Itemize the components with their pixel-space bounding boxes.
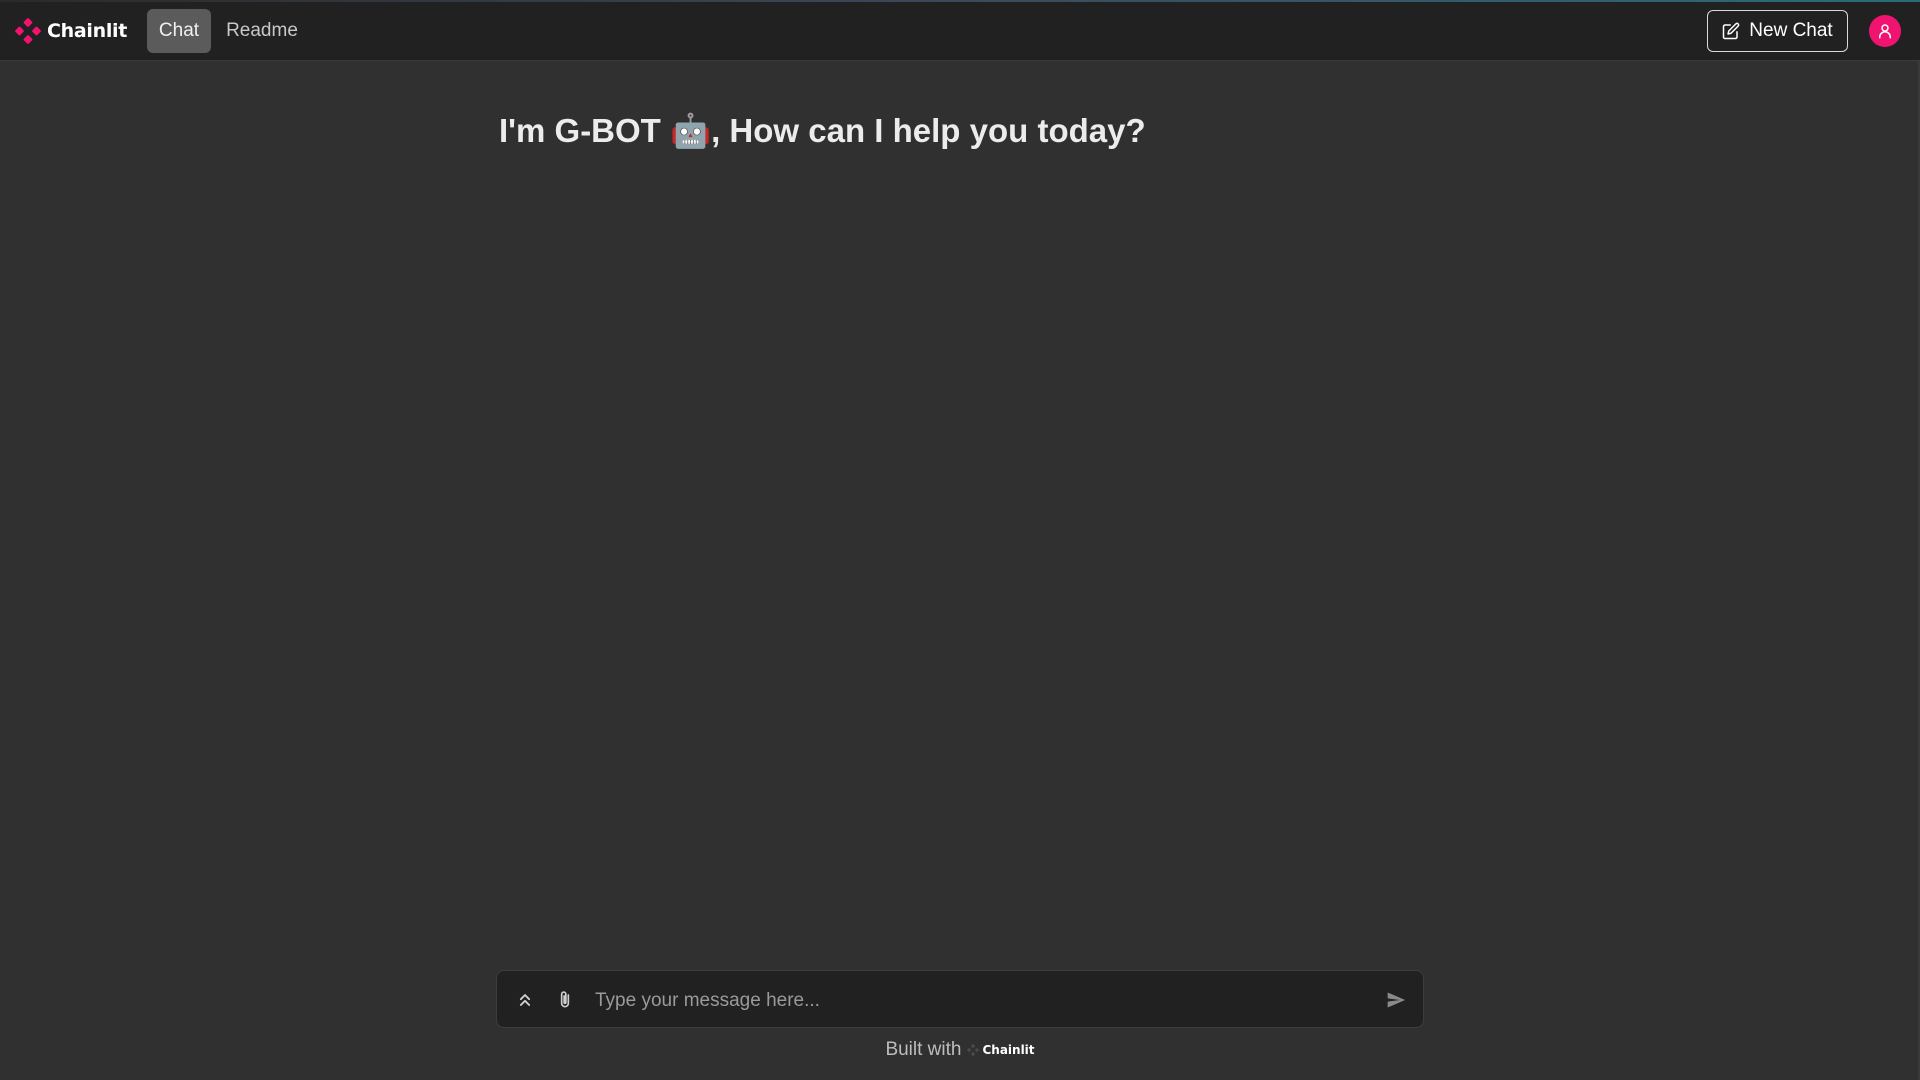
avatar[interactable] <box>1869 15 1901 47</box>
chainlit-logo-icon <box>15 18 41 44</box>
tab-readme[interactable]: Readme <box>218 9 306 53</box>
send-button[interactable] <box>1383 987 1409 1013</box>
send-icon <box>1387 992 1406 1008</box>
new-chat-button[interactable]: New Chat <box>1707 10 1848 52</box>
brand-name: Chainlit <box>47 20 128 42</box>
welcome-heading: I'm G-BOT 🤖, How can I help you today? <box>499 112 1146 149</box>
settings-button[interactable] <box>512 987 538 1013</box>
edit-icon <box>1723 22 1740 40</box>
top-bar: Chainlit Chat Readme New Chat <box>0 0 1920 61</box>
chevrons-up-icon <box>519 994 531 1006</box>
footer-brand-link[interactable]: Chainlit <box>967 1043 1035 1057</box>
new-chat-label: New Chat <box>1749 20 1833 41</box>
message-input[interactable] <box>593 981 1357 1021</box>
attach-button[interactable] <box>552 987 578 1013</box>
footer: Built with Chainlit <box>0 1039 1920 1061</box>
paperclip-icon <box>560 991 570 1008</box>
top-accent-line <box>0 0 1920 2</box>
message-composer <box>496 970 1424 1028</box>
user-icon <box>1879 24 1891 39</box>
footer-brand-name: Chainlit <box>982 1043 1035 1057</box>
brand[interactable]: Chainlit <box>15 18 127 44</box>
chainlit-logo-icon <box>967 1044 980 1056</box>
built-with-label: Built with <box>885 1039 962 1060</box>
tab-chat[interactable]: Chat <box>147 9 211 53</box>
